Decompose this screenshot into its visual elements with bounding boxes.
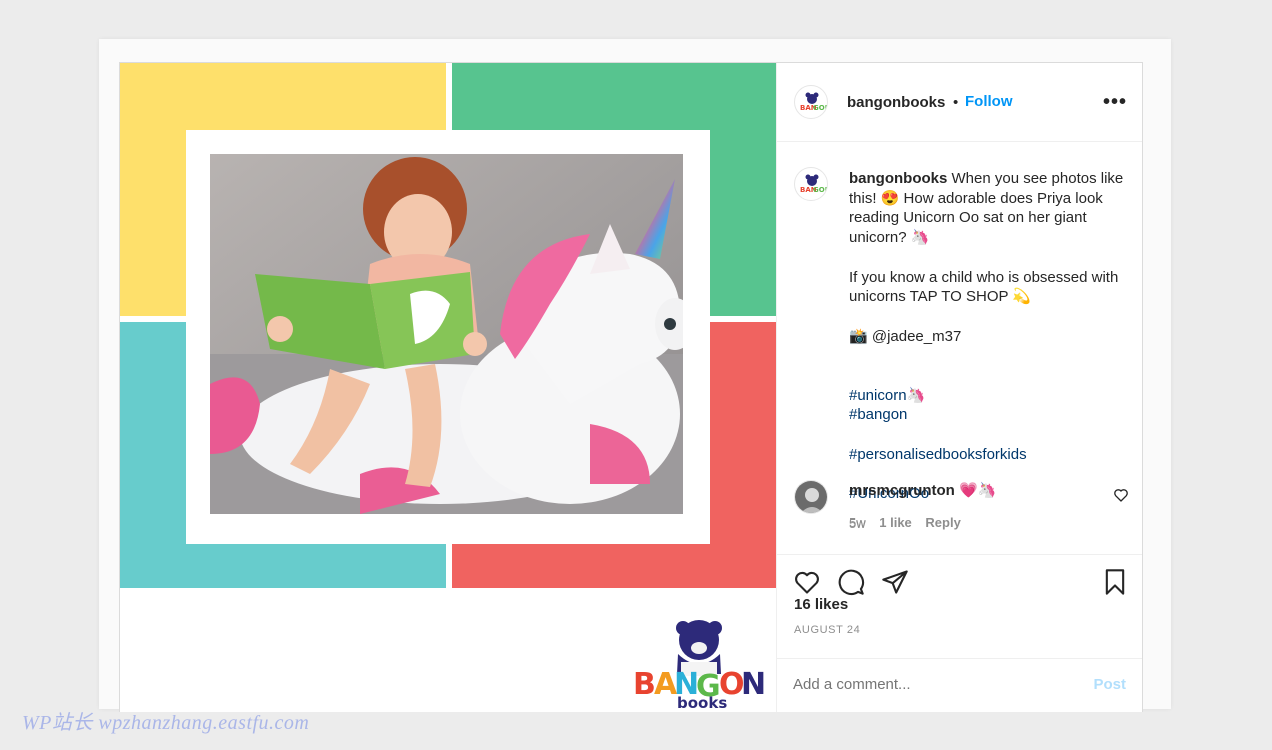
hashtag-personalisedbooksforkids[interactable]: #personalisedbooksforkids: [849, 446, 1027, 463]
commenter-avatar[interactable]: [794, 480, 828, 514]
comment-timestamp[interactable]: 5w: [849, 515, 866, 530]
header-separator: •: [953, 94, 959, 111]
bangon-books-logo: B A N G O N books: [633, 618, 766, 712]
svg-text:GON: GON: [813, 186, 828, 194]
caption-cta: If you know a child who is obsessed with…: [849, 268, 1119, 306]
likes-count[interactable]: 16 likes: [794, 596, 848, 613]
share-paper-plane-icon[interactable]: [881, 568, 909, 596]
comment-bubble-icon[interactable]: [837, 568, 865, 596]
add-comment-input[interactable]: [793, 676, 1073, 693]
svg-text:B: B: [633, 667, 656, 702]
comment-body: mrsmcgrunton 💗🦄: [849, 481, 996, 499]
post-actions: 16 likes AUGUST 24: [777, 554, 1142, 658]
post-caption: bangonbooks When you see photos like thi…: [849, 169, 1124, 534]
caption-credit: 📸 @jadee_m37: [849, 327, 1124, 347]
comment-like-heart-icon[interactable]: [1113, 487, 1129, 503]
comment-username[interactable]: mrsmcgrunton: [849, 482, 955, 499]
more-options-icon[interactable]: •••: [1103, 91, 1127, 114]
add-comment-bar: Post: [777, 658, 1142, 712]
bangonbooks-avatar[interactable]: BAN GON: [794, 85, 828, 119]
child-reading-photo: [210, 154, 683, 514]
post-sidebar: BAN GON bangonbooks • Follow ••• BAN GON…: [776, 63, 1142, 712]
comment-reply-button[interactable]: Reply: [925, 515, 960, 530]
like-heart-icon[interactable]: [793, 568, 821, 596]
logo-books-text: books: [677, 694, 727, 710]
save-bookmark-icon[interactable]: [1101, 568, 1129, 596]
caption-avatar[interactable]: BAN GON: [794, 167, 828, 201]
comment-meta: 5w 1 like Reply: [849, 515, 961, 530]
post-image[interactable]: B A N G O N books: [120, 63, 776, 712]
post-dialog: B A N G O N books BAN GON bangonb: [119, 62, 1143, 712]
watermark: WP站长 wpzhanzhang.eastfu.com: [22, 712, 310, 734]
hashtag-bangon[interactable]: #bangon: [849, 406, 907, 423]
post-header: BAN GON bangonbooks • Follow •••: [777, 63, 1142, 142]
caption-username[interactable]: bangonbooks: [849, 170, 947, 187]
comment-likes[interactable]: 1 like: [879, 515, 912, 530]
caption-credit-text[interactable]: 📸 @jadee_m37: [849, 328, 961, 345]
hashtag-unicorn[interactable]: #unicorn🦄: [849, 387, 925, 404]
svg-text:GON: GON: [813, 104, 828, 112]
svg-text:N: N: [741, 667, 765, 702]
header-username[interactable]: bangonbooks: [847, 94, 945, 111]
post-comment-button[interactable]: Post: [1093, 676, 1126, 693]
comment-text: 💗🦄: [959, 482, 997, 499]
post-date[interactable]: AUGUST 24: [794, 624, 860, 636]
follow-button[interactable]: Follow: [965, 93, 1013, 110]
